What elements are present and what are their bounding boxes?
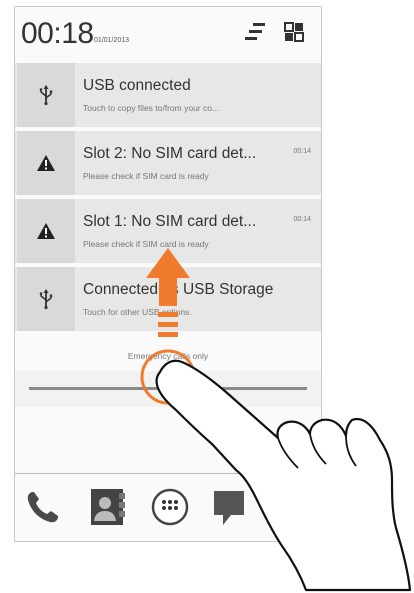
notification-subtitle: Touch for other USB options. [83,307,192,317]
notification-drag-area[interactable] [15,371,321,407]
grid-settings-icon[interactable] [283,21,305,48]
emergency-calls-text: Emergency calls only [127,351,209,361]
notification-slot2-no-sim[interactable]: Slot 2: No SIM card det... 00:14 Please … [15,131,321,195]
warning-icon [17,199,75,263]
notification-title: Connected as USB Storage [83,281,274,298]
dock [15,481,321,537]
notification-subtitle: Please check if SIM card is ready [83,171,209,181]
notification-title: Slot 2: No SIM card det... [83,145,257,162]
phone-screen: 00:18 01/01/2013 USB connected Touch to … [14,6,322,542]
notification-time: 00:14 [293,148,311,155]
notification-subtitle: Please check if SIM card is ready [83,239,209,249]
notification-usb-storage[interactable]: Connected as USB Storage Touch for other… [15,267,321,331]
notification-title: USB connected [83,77,191,94]
dock-divider [15,473,321,474]
drag-handle[interactable] [29,387,307,390]
clock: 00:18 [21,17,94,50]
usb-icon [17,267,75,331]
phone-icon[interactable] [23,487,63,532]
notification-list: USB connected Touch to copy files to/fro… [15,63,321,335]
notification-title: Slot 1: No SIM card det... [83,213,257,230]
finger-crease [345,435,357,467]
notification-usb-connected[interactable]: USB connected Touch to copy files to/fro… [15,63,321,127]
warning-icon [17,131,75,195]
date: 01/01/2013 [94,37,130,44]
notification-time: 00:14 [293,216,311,223]
usb-icon [17,63,75,127]
quick-settings-toggle-icon[interactable] [243,21,267,48]
contacts-icon[interactable] [89,487,127,532]
app-drawer-icon[interactable] [150,487,190,532]
notification-subtitle: Touch to copy files to/from your co... [83,103,220,113]
notification-slot1-no-sim[interactable]: Slot 1: No SIM card det... 00:14 Please … [15,199,321,263]
status-bar: 00:18 01/01/2013 [15,7,321,59]
messaging-icon[interactable] [211,487,251,532]
